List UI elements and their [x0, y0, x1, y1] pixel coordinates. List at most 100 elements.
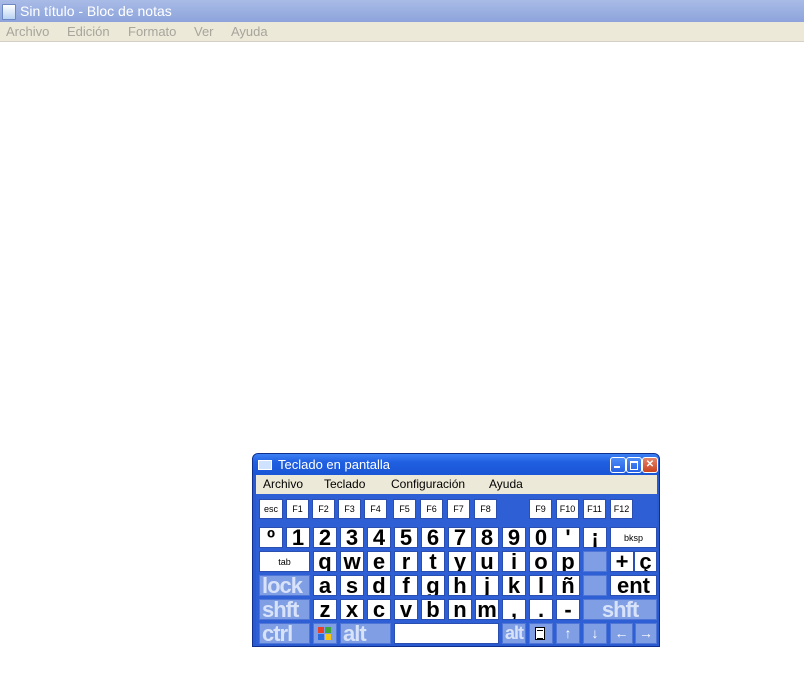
key-d[interactable]: d — [367, 575, 391, 596]
notepad-titlebar[interactable]: Sin título - Bloc de notas — [0, 0, 804, 22]
key-alt[interactable]: alt — [340, 623, 391, 644]
key-apostrophe[interactable]: ' — [556, 527, 580, 548]
key-g[interactable]: g — [421, 575, 445, 596]
key-arrow-up[interactable]: ↑ — [556, 623, 580, 644]
osk-menu-archivo[interactable]: Archivo — [263, 477, 303, 491]
key-f5[interactable]: F5 — [393, 499, 416, 519]
key-s[interactable]: s — [340, 575, 364, 596]
key-v[interactable]: v — [394, 599, 418, 620]
key-enye[interactable]: ñ — [556, 575, 580, 596]
windows-logo-icon — [318, 627, 332, 641]
key-q[interactable]: q — [313, 551, 337, 572]
key-caps-lock[interactable]: lock — [259, 575, 310, 596]
key-o[interactable]: o — [529, 551, 553, 572]
key-7[interactable]: 7 — [448, 527, 472, 548]
key-enter[interactable]: ent — [610, 575, 657, 596]
osk-titlebar[interactable]: Teclado en pantalla ✕ — [253, 454, 659, 475]
key-f7[interactable]: F7 — [447, 499, 470, 519]
key-b[interactable]: b — [421, 599, 445, 620]
key-c-cedilla[interactable]: ç — [634, 551, 657, 572]
osk-menu-teclado[interactable]: Teclado — [324, 477, 365, 491]
key-x[interactable]: x — [340, 599, 364, 620]
key-left-shift[interactable]: shft — [259, 599, 310, 620]
osk-menu-ayuda[interactable]: Ayuda — [489, 477, 523, 491]
key-h[interactable]: h — [448, 575, 472, 596]
key-f8[interactable]: F8 — [474, 499, 497, 519]
key-y[interactable]: y — [448, 551, 472, 572]
key-tab[interactable]: tab — [259, 551, 310, 572]
menu-edicion[interactable]: Edición — [67, 24, 110, 39]
key-alt-gr[interactable]: alt — [502, 623, 526, 644]
key-acute-accent[interactable] — [583, 575, 607, 596]
notepad-icon — [2, 4, 16, 20]
key-0[interactable]: 0 — [529, 527, 553, 548]
menu-formato[interactable]: Formato — [128, 24, 176, 39]
key-arrow-down[interactable]: ↓ — [583, 623, 607, 644]
key-minus[interactable]: - — [556, 599, 580, 620]
key-right-shift[interactable]: shft — [583, 599, 657, 620]
key-c[interactable]: c — [367, 599, 391, 620]
arrow-down-icon: ↓ — [591, 625, 599, 641]
key-ordinal[interactable]: º — [259, 527, 283, 548]
key-arrow-right[interactable]: → — [635, 623, 657, 644]
key-plus[interactable]: + — [610, 551, 634, 572]
key-f10[interactable]: F10 — [556, 499, 579, 519]
keyboard-keys: esc F1 F2 F3 F4 F5 F6 F7 F8 F9 F10 F11 F… — [256, 494, 657, 644]
key-f[interactable]: f — [394, 575, 418, 596]
arrow-up-icon: ↑ — [564, 625, 572, 641]
key-r[interactable]: r — [394, 551, 418, 572]
close-button[interactable]: ✕ — [642, 457, 658, 473]
key-f12[interactable]: F12 — [610, 499, 633, 519]
maximize-icon — [630, 461, 638, 470]
key-9[interactable]: 9 — [502, 527, 526, 548]
osk-menubar: Archivo Teclado Configuración Ayuda — [256, 475, 657, 494]
key-f9[interactable]: F9 — [529, 499, 552, 519]
key-5[interactable]: 5 — [394, 527, 418, 548]
key-f2[interactable]: F2 — [312, 499, 335, 519]
key-j[interactable]: j — [475, 575, 499, 596]
key-p[interactable]: p — [556, 551, 580, 572]
key-f3[interactable]: F3 — [338, 499, 361, 519]
key-esc[interactable]: esc — [259, 499, 283, 519]
key-l[interactable]: l — [529, 575, 553, 596]
key-u[interactable]: u — [475, 551, 499, 572]
key-3[interactable]: 3 — [340, 527, 364, 548]
key-ctrl[interactable]: ctrl — [259, 623, 310, 644]
minimize-button[interactable] — [610, 457, 626, 473]
key-inverted-exclamation[interactable]: ¡ — [583, 527, 607, 548]
key-f4[interactable]: F4 — [364, 499, 387, 519]
key-1[interactable]: 1 — [286, 527, 310, 548]
key-space[interactable] — [394, 623, 499, 644]
maximize-button[interactable] — [626, 457, 642, 473]
key-dead-accent[interactable] — [583, 551, 607, 572]
menu-ver[interactable]: Ver — [194, 24, 214, 39]
key-f6[interactable]: F6 — [420, 499, 443, 519]
key-a[interactable]: a — [313, 575, 337, 596]
notepad-menubar: Archivo Edición Formato Ver Ayuda — [0, 22, 804, 42]
menu-ayuda[interactable]: Ayuda — [231, 24, 268, 39]
osk-menu-configuracion[interactable]: Configuración — [391, 477, 465, 491]
key-6[interactable]: 6 — [421, 527, 445, 548]
menu-archivo[interactable]: Archivo — [6, 24, 49, 39]
key-e[interactable]: e — [367, 551, 391, 572]
key-z[interactable]: z — [313, 599, 337, 620]
key-f11[interactable]: F11 — [583, 499, 606, 519]
key-f1[interactable]: F1 — [286, 499, 309, 519]
key-backspace[interactable]: bksp — [610, 527, 657, 548]
key-i[interactable]: i — [502, 551, 526, 572]
key-period[interactable]: . — [529, 599, 553, 620]
minimize-icon — [614, 466, 620, 468]
key-4[interactable]: 4 — [367, 527, 391, 548]
key-windows[interactable] — [313, 623, 337, 644]
key-k[interactable]: k — [502, 575, 526, 596]
key-arrow-left[interactable]: ← — [610, 623, 633, 644]
key-8[interactable]: 8 — [475, 527, 499, 548]
key-m[interactable]: m — [475, 599, 499, 620]
key-n[interactable]: n — [448, 599, 472, 620]
key-2[interactable]: 2 — [313, 527, 337, 548]
key-w[interactable]: w — [340, 551, 364, 572]
key-t[interactable]: t — [421, 551, 445, 572]
keyboard-icon — [258, 460, 272, 470]
key-context-menu[interactable] — [529, 623, 553, 644]
key-comma[interactable]: , — [502, 599, 526, 620]
